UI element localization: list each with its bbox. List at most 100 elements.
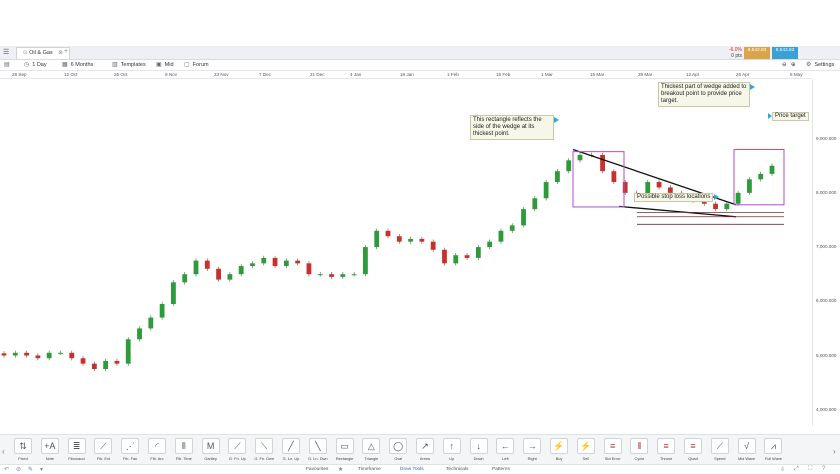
forum-button[interactable]: ▢ Forum: [184, 61, 209, 70]
star-icon[interactable]: ★: [338, 466, 343, 473]
zoom-out-icon[interactable]: ⊖: [782, 61, 787, 70]
lock-icon[interactable]: ▾: [40, 466, 43, 473]
tool-fib-fan[interactable]: ⋰ Fib. Fan: [117, 435, 143, 465]
tool-note[interactable]: +A Note: [37, 435, 63, 465]
interval-select[interactable]: ◷ 1 Day: [24, 61, 47, 70]
candle[interactable]: [340, 272, 346, 280]
candle[interactable]: [306, 261, 312, 277]
buy-price-button[interactable]: 8,543.83: [772, 47, 798, 59]
candle[interactable]: [363, 244, 368, 277]
undo-icon[interactable]: ↶: [4, 466, 9, 473]
price-chart[interactable]: [0, 79, 812, 426]
add-tab-button[interactable]: +: [64, 48, 68, 55]
tool-fixed[interactable]: ⇅ Fixed: [10, 435, 36, 465]
candle[interactable]: [91, 361, 97, 372]
candle[interactable]: [58, 350, 63, 355]
candle[interactable]: [283, 258, 289, 269]
candle[interactable]: [103, 358, 109, 372]
tool-g-fn-dwn[interactable]: ⟍ G. Fn. Dwn: [251, 435, 277, 465]
candle[interactable]: [1, 351, 7, 358]
wedge-lower-line[interactable]: [618, 205, 737, 218]
candle[interactable]: [656, 179, 662, 190]
candle[interactable]: [532, 196, 538, 212]
candle[interactable]: [204, 258, 210, 271]
candle[interactable]: [80, 356, 86, 366]
drawing-overlay[interactable]: [572, 148, 785, 225]
tool-cycle[interactable]: ⫴ Cycle: [626, 435, 652, 465]
candle[interactable]: [35, 353, 41, 361]
candle[interactable]: [137, 326, 142, 342]
candle[interactable]: [475, 244, 481, 261]
tool-buy[interactable]: ⚡ Buy: [546, 435, 572, 465]
candle[interactable]: [543, 179, 549, 201]
tool-oval[interactable]: ◯ Oval: [385, 435, 411, 465]
tool-fibonacci[interactable]: ≣ Fibonacci: [64, 435, 90, 465]
mid-button[interactable]: ▣ Mid: [156, 61, 174, 70]
help-icon[interactable]: ?: [822, 466, 825, 472]
candle[interactable]: [724, 201, 730, 212]
candle[interactable]: [521, 206, 526, 228]
candle[interactable]: [69, 350, 75, 361]
wedge-note[interactable]: Thickest part of wedge added to breakout…: [658, 82, 750, 107]
candle[interactable]: [193, 258, 199, 277]
tool-std-error[interactable]: ≡ Std Error: [600, 435, 626, 465]
templates-button[interactable]: ▥ Templates: [112, 61, 146, 70]
tool-left[interactable]: ← Left: [492, 435, 518, 465]
candle[interactable]: [408, 236, 413, 244]
tool-g-ln-up[interactable]: ╱ G. Ln. Up: [278, 435, 304, 465]
tool-fib-ext[interactable]: ⟋ Fib. Ext: [90, 435, 116, 465]
candle[interactable]: [430, 239, 436, 252]
tool-g-ln-dwn[interactable]: ╲ G. Ln. Dwn: [305, 435, 331, 465]
candle[interactable]: [317, 272, 323, 277]
hide-icon[interactable]: ⊘: [16, 466, 21, 473]
candle[interactable]: [396, 234, 402, 244]
candle[interactable]: [498, 228, 504, 244]
menu-icon[interactable]: ☰: [3, 48, 9, 56]
candle[interactable]: [735, 190, 741, 206]
scroll-left-icon[interactable]: ‹: [2, 447, 5, 456]
rectangle-note[interactable]: This rectangle reflects the side of the …: [470, 115, 554, 140]
tool-up[interactable]: ↑ Up: [439, 435, 465, 465]
candle[interactable]: [261, 255, 267, 266]
price-target-note[interactable]: Price target: [772, 112, 809, 121]
tool-quad[interactable]: ≡ Quad: [680, 435, 706, 465]
candle[interactable]: [713, 201, 718, 212]
candle[interactable]: [329, 272, 334, 280]
candle[interactable]: [419, 236, 425, 244]
tool-fib-arc[interactable]: ◜ Fib. Arc: [144, 435, 170, 465]
range-select[interactable]: ▦ 6 Months: [62, 61, 93, 70]
tool-throne[interactable]: ≡ Throne: [653, 435, 679, 465]
candle[interactable]: [566, 158, 572, 174]
tool-mid-wave[interactable]: √ Mid Wave: [734, 435, 760, 465]
candle[interactable]: [600, 152, 605, 174]
candle[interactable]: [216, 266, 221, 282]
zoom-in-icon[interactable]: ⊕: [791, 61, 796, 70]
candle[interactable]: [238, 263, 244, 277]
pencil-icon[interactable]: ✎: [28, 466, 33, 473]
settings-button[interactable]: ⚙ Settings: [806, 61, 834, 70]
sell-price-button[interactable]: 8,542.83: [744, 47, 770, 59]
close-icon[interactable]: ⊗: [58, 50, 63, 56]
candle[interactable]: [509, 223, 515, 233]
fullscreen-icon[interactable]: ⛶: [808, 466, 812, 473]
tool-right[interactable]: → Right: [519, 435, 545, 465]
scroll-right-icon[interactable]: ›: [833, 447, 836, 456]
tool-down[interactable]: ↓ Down: [466, 435, 492, 465]
candle[interactable]: [148, 315, 154, 331]
candle[interactable]: [159, 301, 165, 320]
tool-speed[interactable]: ⟋ Speed: [707, 435, 733, 465]
candle[interactable]: [611, 169, 617, 185]
candle[interactable]: [453, 253, 459, 266]
tool-sell[interactable]: ⚡ Sell: [573, 435, 599, 465]
chart-type-icon[interactable]: ▤: [4, 61, 13, 70]
candle[interactable]: [12, 350, 18, 358]
candle[interactable]: [374, 228, 380, 250]
candle[interactable]: [171, 280, 176, 307]
candle[interactable]: [442, 247, 447, 266]
candle[interactable]: [114, 358, 120, 366]
candle[interactable]: [769, 163, 775, 177]
tab-oil-gas[interactable]: ⊙ Oil & Gas ⊗: [16, 47, 70, 59]
candle[interactable]: [125, 337, 131, 366]
candle[interactable]: [351, 272, 357, 277]
candle[interactable]: [385, 228, 391, 239]
